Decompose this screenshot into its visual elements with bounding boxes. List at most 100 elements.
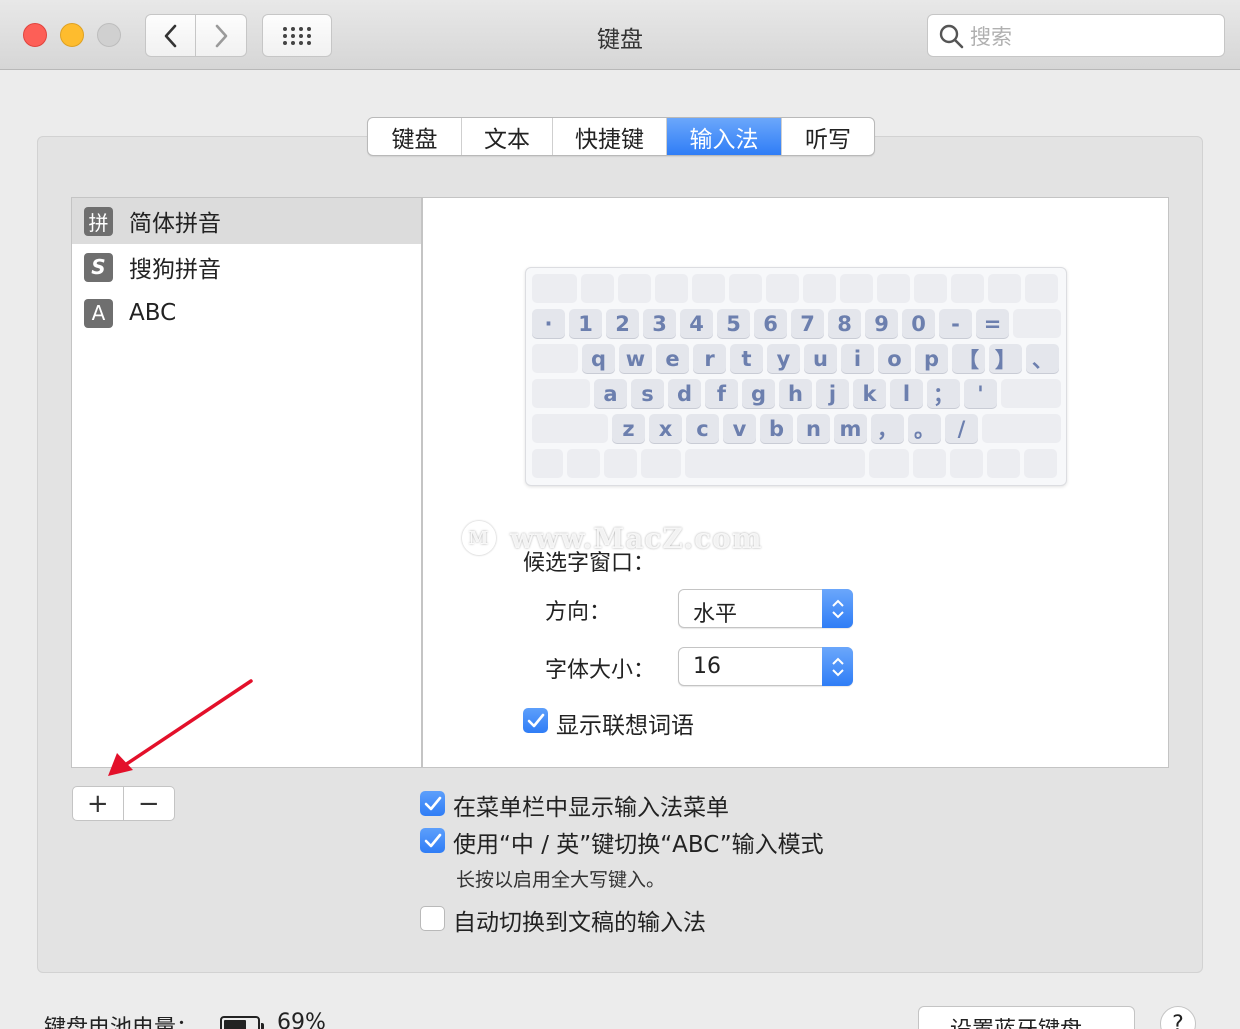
search-icon [939,24,964,48]
keyboard-key: d [668,379,701,408]
show-in-menu-bar-label[interactable]: 在菜单栏中显示输入法菜单 [453,788,729,822]
keyboard-key-blank [987,449,1020,478]
auto-switch-label[interactable]: 自动切换到文稿的输入法 [453,903,706,937]
tab-input-sources[interactable]: 输入法 [667,118,782,155]
keyboard-key: 9 [865,309,898,338]
font-size-select[interactable]: 16 [678,647,853,686]
keyboard-key: e [656,344,689,373]
tab-text[interactable]: 文本 [462,118,553,155]
keyboard-key-blank [532,344,578,373]
checkmark-icon [424,833,441,847]
keyboard-key-blank [982,414,1061,443]
keyboard-key: z [612,414,645,443]
search-field[interactable]: 搜索 [927,14,1225,57]
battery-value: 69% [277,1010,326,1029]
show-predictions-checkbox[interactable] [523,708,548,733]
keyboard-key: ； [927,379,960,408]
keyboard-key: t [730,344,763,373]
toggle-abc-checkbox[interactable] [420,828,445,853]
direction-select[interactable]: 水平 [678,589,853,628]
keyboard-key: = [976,309,1009,338]
keyboard-key-blank [869,449,909,478]
keyboard-key: · [532,309,565,338]
keyboard-key: i [841,344,874,373]
abc-icon: A [84,298,113,328]
keyboard-key: 5 [717,309,750,338]
keyboard-key: x [649,414,682,443]
keyboard-key: s [631,379,664,408]
add-remove-controls: + − [72,786,175,821]
annotation-arrow-icon [108,679,253,776]
tab-keyboard[interactable]: 键盘 [368,118,462,155]
keyboard-key: k [853,379,886,408]
keyboard-key: / [945,414,978,443]
keyboard-key: r [693,344,726,373]
keyboard-key: 。 [908,414,941,443]
keyboard-key: a [594,379,627,408]
keyboard-key: l [890,379,923,408]
keyboard-key-blank [1001,379,1061,408]
battery-label: 键盘电池电量： [44,1016,199,1029]
toggle-abc-label[interactable]: 使用“中 / 英”键切换“ABC”输入模式 [453,825,824,859]
keyboard-key: 【 [952,344,985,373]
keyboard-key-blank [1024,449,1057,478]
battery-fill [224,1020,246,1029]
show-predictions-label[interactable]: 显示联想词语 [556,706,694,740]
setup-bluetooth-keyboard-button[interactable]: 设置蓝牙键盘... [918,1006,1135,1029]
keyboard-key: c [686,414,719,443]
list-item-sogou-pinyin[interactable]: S 搜狗拼音 [72,244,421,290]
list-item-simplified-pinyin[interactable]: 拼 简体拼音 [72,198,421,244]
keyboard-key: g [742,379,775,408]
updown-chevron-icon [822,647,853,686]
keyboard-key-blank [655,274,688,303]
keyboard-key: 2 [606,309,639,338]
list-item-label: 搜狗拼音 [129,257,221,283]
keyboard-key-blank [532,379,590,408]
keyboard-key: q [582,344,615,373]
keyboard-key: u [804,344,837,373]
keyboard-key: y [767,344,800,373]
keyboard-key: - [939,309,972,338]
keyboard-key-blank [951,274,984,303]
list-item-label: ABC [129,300,177,326]
remove-input-source-button[interactable]: − [124,787,175,820]
keyboard-key: 7 [791,309,824,338]
keyboard-key: j [816,379,849,408]
keyboard-key-blank [877,274,910,303]
keyboard-key: 6 [754,309,787,338]
keyboard-key-blank [1025,274,1058,303]
add-input-source-button[interactable]: + [73,787,124,820]
keyboard-key-blank [950,449,983,478]
font-size-label: 字体大小： [545,658,656,683]
candidate-window-title: 候选字窗口： [523,551,656,576]
keyboard-key: m [834,414,867,443]
checkmark-icon [527,713,544,727]
keyboard-key: ， [871,414,904,443]
pinyin-icon: 拼 [84,206,113,236]
help-button[interactable]: ? [1160,1006,1196,1029]
keyboard-key-blank [532,414,608,443]
auto-switch-checkbox[interactable] [420,906,445,931]
keyboard-key: o [878,344,911,373]
font-size-value: 16 [693,654,721,679]
show-in-menu-bar-checkbox[interactable] [420,791,445,816]
keyboard-key: 0 [902,309,935,338]
keyboard-key: b [760,414,793,443]
keyboard-key-blank [914,274,947,303]
keyboard-key-blank [1013,309,1061,338]
tab-dictation[interactable]: 听写 [782,118,874,155]
list-item-label: 简体拼音 [129,211,221,237]
keyboard-key: h [779,379,812,408]
checkmark-icon [424,796,441,810]
keyboard-key: n [797,414,830,443]
keyboard-key-blank [532,274,577,303]
keyboard-key-blank [803,274,836,303]
keyboard-layout-preview: · 1 2 3 4 5 6 7 8 9 0- = q w e r t y u i o p 【】、 a s d f g h j k l； ' z x c… [525,267,1067,486]
tab-shortcuts[interactable]: 快捷键 [553,118,667,155]
search-placeholder: 搜索 [970,24,1012,49]
keyboard-key-blank [618,274,651,303]
list-item-abc[interactable]: A ABC [72,290,421,336]
keyboard-key: w [619,344,652,373]
keyboard-key: 、 [1026,344,1059,373]
updown-chevron-icon [822,589,853,628]
